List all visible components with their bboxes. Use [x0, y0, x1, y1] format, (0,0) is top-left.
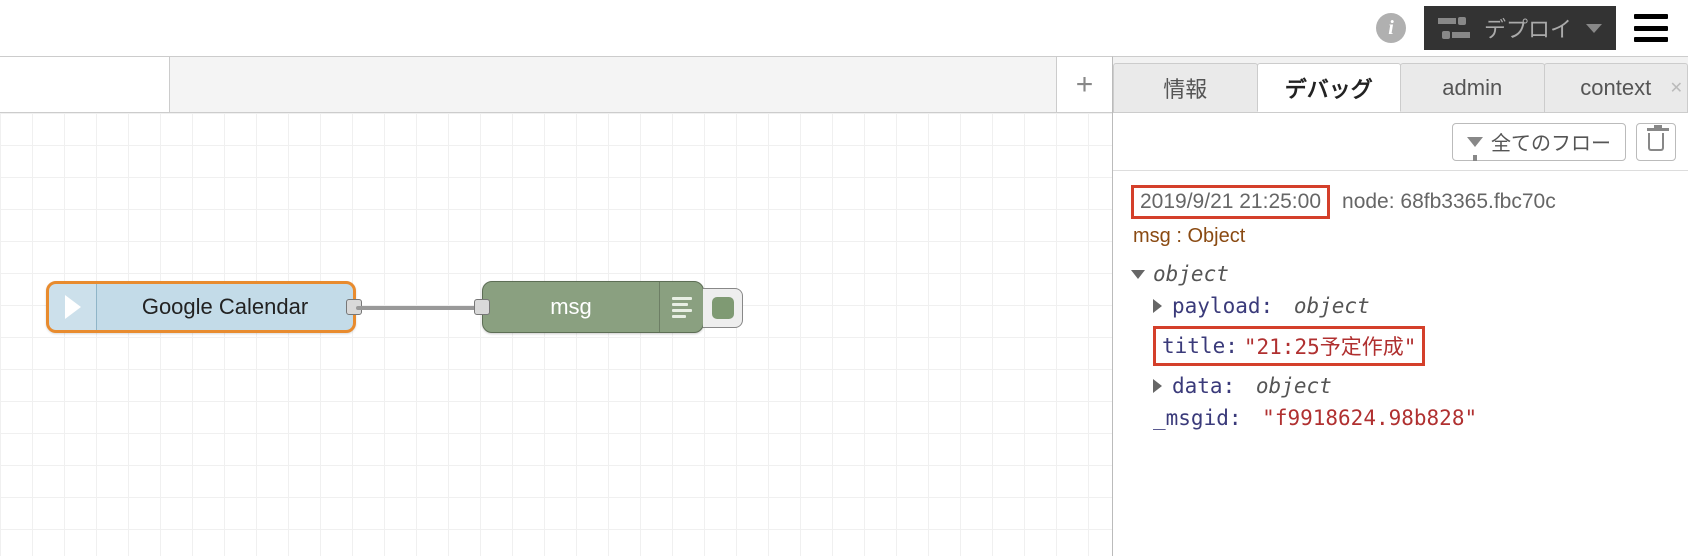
caret-down-icon [1131, 270, 1145, 279]
sidebar-tabs: 情報 デバッグ admin context ✕ [1113, 57, 1688, 113]
clear-debug-button[interactable] [1636, 123, 1676, 161]
node-id-value: 68fb3365.fbc70c [1400, 190, 1555, 213]
tab-admin[interactable]: admin [1400, 63, 1545, 112]
flow-canvas[interactable]: Google Calendar msg [0, 113, 1112, 556]
tree-payload[interactable]: payload: object [1131, 290, 1670, 322]
debug-icon [659, 282, 703, 332]
key-data: data: [1172, 374, 1235, 398]
key-payload: payload: [1172, 294, 1273, 318]
data-type: object [1256, 374, 1332, 398]
deploy-icon [1438, 16, 1470, 40]
tab-label: admin [1442, 75, 1502, 101]
trash-icon [1648, 133, 1664, 151]
title-value: "21:25予定作成" [1244, 331, 1417, 361]
toggle-indicator [712, 297, 734, 319]
tree-data[interactable]: data: object [1131, 370, 1670, 402]
menu-icon[interactable] [1634, 14, 1668, 42]
flow-tab[interactable] [0, 57, 170, 112]
tabs-spacer [170, 57, 1056, 112]
close-icon[interactable]: ✕ [1670, 78, 1683, 98]
caret-right-icon [1153, 379, 1162, 393]
tab-label: context [1580, 75, 1651, 101]
workspace: + Google Calendar msg [0, 56, 1112, 556]
key-title: title: [1162, 334, 1238, 358]
message-timestamp: 2019/9/21 21:25:00 [1131, 185, 1330, 219]
deploy-button[interactable]: デプロイ [1424, 6, 1616, 50]
message-type: msg : Object [1133, 225, 1670, 248]
node-input-port[interactable] [474, 299, 490, 315]
filter-label: 全てのフロー [1491, 127, 1611, 156]
filter-button[interactable]: 全てのフロー [1452, 123, 1626, 161]
wire[interactable] [356, 306, 484, 310]
arrow-right-icon [65, 295, 81, 319]
node-label: Google Calendar [97, 294, 353, 320]
chevron-down-icon [1586, 24, 1602, 33]
sidebar: 情報 デバッグ admin context ✕ 全てのフロー 2019/9/21… [1112, 56, 1688, 556]
workspace-tabs: + [0, 57, 1112, 113]
key-msgid: _msgid: [1153, 406, 1242, 430]
debug-messages: 2019/9/21 21:25:00 node: 68fb3365.fbc70c… [1113, 171, 1688, 556]
tab-debug[interactable]: デバッグ [1257, 63, 1402, 112]
node-prefix: node: [1342, 190, 1400, 213]
msgid-value: "f9918624.98b828" [1262, 406, 1477, 430]
tree-root[interactable]: object [1131, 258, 1670, 290]
app-header: i デプロイ [0, 0, 1688, 56]
debug-toggle-button[interactable] [703, 288, 743, 328]
node-debug[interactable]: msg [482, 281, 704, 333]
info-icon[interactable]: i [1376, 13, 1406, 43]
highlight-box: title: "21:25予定作成" [1153, 326, 1425, 366]
deploy-label: デプロイ [1484, 12, 1572, 44]
payload-type: object [1294, 294, 1370, 318]
message-node-id: node: 68fb3365.fbc70c [1342, 190, 1556, 214]
tab-label: デバッグ [1285, 72, 1373, 104]
inject-icon [49, 284, 97, 330]
funnel-icon [1467, 137, 1483, 147]
tab-info[interactable]: 情報 [1113, 63, 1258, 112]
tab-context[interactable]: context ✕ [1544, 63, 1688, 112]
message-tree: object payload: object title: "21:25予定作成… [1131, 258, 1670, 434]
main-area: + Google Calendar msg [0, 56, 1688, 556]
add-flow-button[interactable]: + [1056, 57, 1112, 112]
caret-right-icon [1153, 299, 1162, 313]
debug-message-header: 2019/9/21 21:25:00 node: 68fb3365.fbc70c [1131, 185, 1670, 219]
tree-title[interactable]: title: "21:25予定作成" [1131, 322, 1670, 370]
node-google-calendar[interactable]: Google Calendar [46, 281, 356, 333]
sidebar-toolbar: 全てのフロー [1113, 113, 1688, 171]
tab-label: 情報 [1163, 72, 1207, 104]
tree-msgid[interactable]: _msgid: "f9918624.98b828" [1131, 402, 1670, 434]
node-label: msg [483, 294, 659, 320]
root-type: object [1153, 262, 1229, 286]
